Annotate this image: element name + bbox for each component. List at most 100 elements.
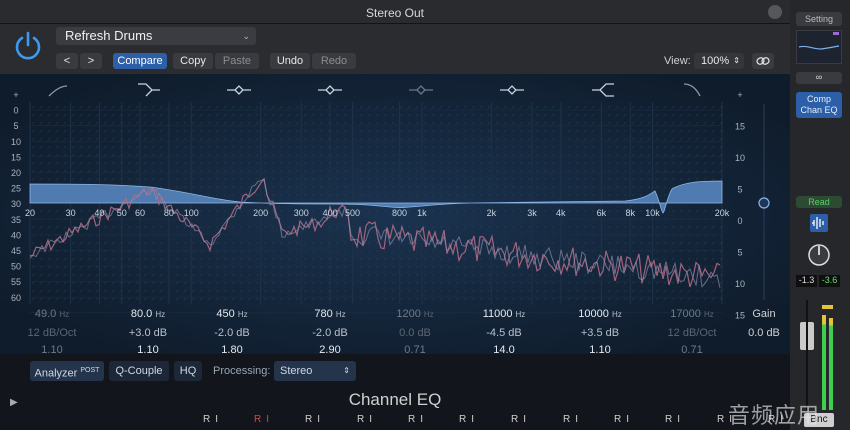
eq-db-tick: 5 [737,185,742,195]
q-couple-button[interactable]: Q-Couple [109,361,169,381]
band-frequency[interactable]: 450 Hz [202,308,262,320]
band-frequency[interactable]: 80.0 Hz [118,308,178,320]
freq-tick-label: 800 [392,208,407,218]
eq-db-tick: 5 [737,248,742,258]
gain-label: Gain [752,308,776,320]
band-frequency[interactable]: 780 Hz [300,308,360,320]
eq-db-tick: 10 [735,279,745,289]
hq-button[interactable]: HQ [174,361,202,381]
view-zoom-value: 100% [701,55,730,67]
paste-button[interactable]: Paste [215,53,259,69]
peak-right: -3.6 [819,275,840,287]
insert-chan-eq[interactable]: Chan EQ [796,105,842,116]
eq-display[interactable]: +0 5 10 15 20 25 30 35 40 45 50 55 60 +15 10 5 0 5 10 15 2… [0,74,790,356]
band-gain[interactable]: 12 dB/Oct [662,327,722,339]
freq-tick-label: 100 [184,208,199,218]
mixer-record-input-buttons[interactable]: RI [665,414,685,425]
band-gain[interactable]: +3.5 dB [570,327,630,339]
mixer-record-input-buttons[interactable]: RI [357,414,377,425]
compare-button[interactable]: Compare [113,53,167,69]
analyzer-db-tick: 45 [11,246,21,256]
view-label: View: [664,55,691,67]
band-gain[interactable]: +3.0 dB [118,327,178,339]
mixer-record-input-buttons[interactable]: RI [254,414,274,425]
band-gain[interactable]: -4.5 dB [474,327,534,339]
band-frequency[interactable]: 49.0 Hz [22,308,82,320]
freq-tick-label: 40 [94,208,104,218]
updown-icon: ⇕ [733,56,740,65]
gain-value[interactable]: 0.0 dB [734,327,794,339]
power-icon[interactable] [12,30,44,62]
analyzer-db-tick: 40 [11,230,21,240]
band-gain[interactable]: 0.0 dB [385,327,445,339]
level-meter-left [822,315,826,410]
title-bar: Stereo Out [0,0,790,24]
analyzer-db-tick: 20 [11,168,21,178]
processing-select[interactable]: Stereo ⇕ [274,361,356,381]
plugin-name: Channel EQ [348,390,442,409]
analyzer-db-tick: 0 [13,106,18,116]
mixer-record-input-buttons[interactable]: RI [614,414,634,425]
eq-db-tick: + [737,90,742,100]
band-gain[interactable]: -2.0 dB [300,327,360,339]
freq-tick-label: 20k [715,208,730,218]
eq-thumbnail-curve [798,32,840,50]
band-gain[interactable]: 12 dB/Oct [22,327,82,339]
freq-tick-label: 400 [323,208,338,218]
insert-slots[interactable]: Comp Chan EQ [796,92,842,118]
analyzer-db-tick: 15 [11,152,21,162]
undo-button[interactable]: Undo [270,53,310,69]
freq-tick-label: 500 [345,208,360,218]
mixer-record-input-buttons[interactable]: RI [563,414,583,425]
band-frequency[interactable]: 1200 Hz [385,308,445,320]
copy-button[interactable]: Copy [173,53,213,69]
gain-handle[interactable] [758,197,770,209]
view-zoom-select[interactable]: 100% ⇕ [694,53,744,69]
analyzer-label: Analyzer [34,367,78,380]
freq-tick-label: 60 [135,208,145,218]
freq-tick-label: 10k [645,208,660,218]
analyzer-db-tick: 60 [11,293,21,303]
freq-tick-label: 20 [25,208,35,218]
mixer-record-input-buttons[interactable]: RI [305,414,325,425]
analyzer-db-tick: 5 [13,121,18,131]
next-preset-button[interactable]: > [80,53,102,69]
band-gain[interactable]: -2.0 dB [202,327,262,339]
analyzer-db-tick: 35 [11,215,21,225]
analyzer-post-label: POST [80,367,100,374]
freq-tick-label: 50 [117,208,127,218]
mixer-record-input-buttons[interactable]: RI [459,414,479,425]
eq-thumbnail[interactable] [796,30,842,64]
insert-comp[interactable]: Comp [796,94,842,105]
level-meter-right [829,318,833,410]
automation-read-button[interactable]: Read [796,196,842,208]
setting-button[interactable]: Setting [796,12,842,26]
plugin-window: Stereo Out Refresh Drums ⌄ < > Compare C… [0,0,790,430]
pan-knob[interactable] [806,242,832,268]
freq-tick-label: 3k [527,208,537,218]
band-frequency[interactable]: 10000 Hz [570,308,630,320]
redo-button[interactable]: Redo [312,53,356,69]
mixer-record-input-buttons[interactable]: RI [408,414,428,425]
mixer-record-input-buttons[interactable]: RI [203,414,223,425]
close-window-button[interactable] [768,5,782,19]
link-button[interactable] [752,53,774,69]
peak-left: -1.3 [796,275,817,287]
freq-tick-label: 4k [556,208,566,218]
freq-tick-label: 30 [66,208,76,218]
mixer-record-input-buttons[interactable]: RI [511,414,531,425]
analyzer-db-tick: 30 [11,199,21,209]
band-frequency[interactable]: 17000 Hz [662,308,722,320]
analyzer-button[interactable]: Analyzer POST [30,361,104,381]
preset-menu[interactable]: Refresh Drums ⌄ [56,27,256,45]
processing-value: Stereo [280,365,313,377]
previous-preset-button[interactable]: < [56,53,78,69]
processing-label: Processing: [213,365,271,377]
freq-tick-label: 6k [597,208,607,218]
eq-db-tick: 0 [737,216,742,226]
window-title: Stereo Out [365,6,425,20]
eq-db-tick: 10 [735,153,745,163]
channel-strip: Setting ∞ Comp Chan EQ Read -1.3 -3.6 Bn… [790,0,850,430]
link-stereo-button[interactable]: ∞ [796,72,842,84]
band-frequency[interactable]: 11000 Hz [474,308,534,320]
